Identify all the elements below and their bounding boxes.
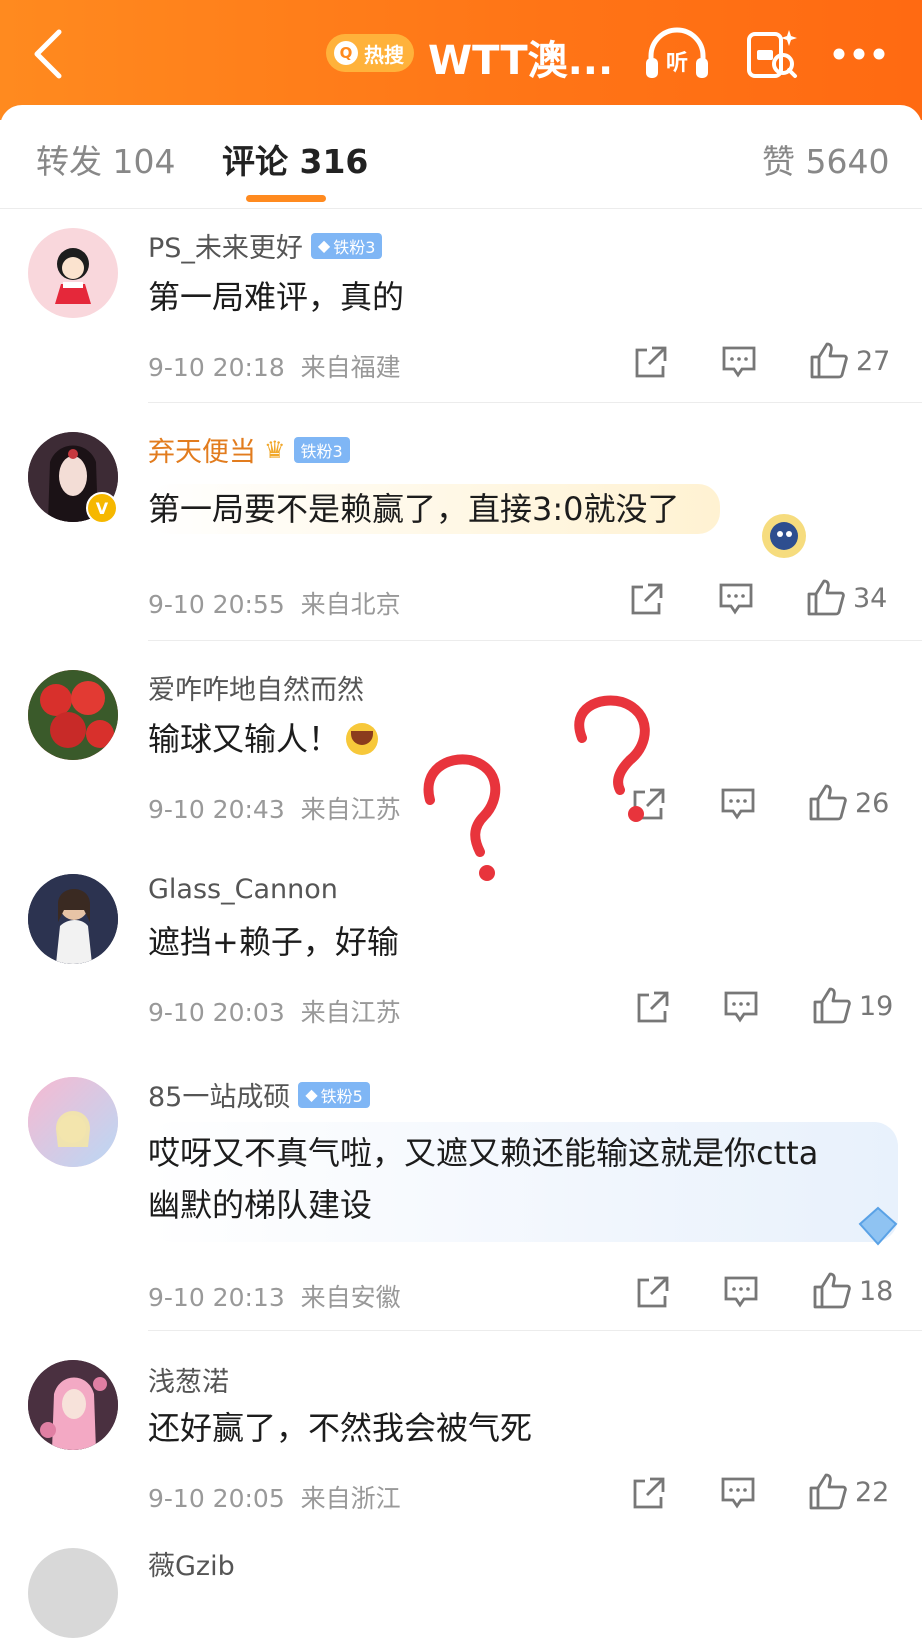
like-count: 19 [859, 990, 894, 1022]
comment-text-line-2: 幽默的梯队建设 [148, 1186, 373, 1224]
diamond-sticker-icon [856, 1206, 900, 1250]
comment-meta: 9-10 20:13 来自安徽 [148, 1278, 401, 1314]
share-icon [637, 1276, 669, 1308]
like-button[interactable]: 22 [809, 1473, 889, 1511]
pastel-portrait-avatar-image [28, 1077, 118, 1167]
username-row: 薇Gzib [148, 1544, 235, 1583]
avatar[interactable] [28, 1360, 118, 1450]
divider [148, 1330, 922, 1331]
username-row: Glass_Cannon [148, 874, 338, 905]
share-button[interactable] [636, 990, 670, 1024]
comment-meta: 9-10 20:03 来自江苏 [148, 993, 401, 1029]
username-row: 85一站成硕 ◆ 铁粉5 [148, 1075, 370, 1114]
comment-icon [724, 1276, 758, 1308]
comment-time: 9-10 20:13 [148, 1283, 285, 1312]
fan-badge-label: 铁粉5 [320, 1086, 363, 1106]
thumbs-up-icon [813, 1272, 851, 1309]
comment-time: 9-10 20:05 [148, 1484, 285, 1513]
comment-location: 来自浙江 [300, 1484, 401, 1513]
username[interactable]: 薇Gzib [148, 1544, 235, 1583]
comment-location: 来自江苏 [300, 998, 401, 1027]
reply-button[interactable] [721, 1477, 755, 1509]
pink-hair-character-avatar-image [28, 1360, 118, 1450]
comment-location: 来自安徽 [300, 1283, 401, 1312]
share-icon [637, 991, 669, 1023]
diamond-icon: ◆ [305, 1085, 318, 1104]
reply-button[interactable] [724, 991, 758, 1023]
thumbs-up-icon [809, 1473, 847, 1510]
comment-text: 还好赢了，不然我会被气死 [148, 1409, 533, 1447]
fan-badge: ◆ 铁粉5 [298, 1081, 370, 1108]
avatar[interactable] [28, 1077, 118, 1167]
person-photo-avatar-image [28, 874, 118, 964]
thumbs-up-icon [813, 987, 851, 1024]
comment-text-line-1: 哎呀又不真气啦，又遮又赖还能输这就是你ctta [148, 1134, 819, 1172]
comment-icon [721, 1477, 755, 1509]
question-marks-overlay [423, 695, 650, 881]
like-count: 18 [859, 1275, 894, 1307]
username[interactable]: Glass_Cannon [148, 874, 338, 905]
question-mark-left-icon [423, 754, 501, 881]
reply-button[interactable] [724, 1276, 758, 1308]
username[interactable]: 85一站成硕 [148, 1075, 290, 1114]
avatar[interactable] [28, 874, 118, 964]
share-icon [633, 1477, 665, 1509]
comment-meta: 9-10 20:05 来自浙江 [148, 1479, 401, 1515]
comment-icon [724, 991, 758, 1023]
like-count: 22 [855, 1476, 890, 1508]
username-row: 浅葱渃 [148, 1360, 229, 1399]
comment-time: 9-10 20:03 [148, 998, 285, 1027]
like-button[interactable]: 19 [813, 987, 893, 1025]
like-button[interactable]: 18 [813, 1272, 893, 1310]
comment-text: 遮挡+赖子，好输 [148, 923, 399, 961]
share-button[interactable] [632, 1476, 666, 1510]
username[interactable]: 浅葱渃 [148, 1360, 229, 1399]
question-mark-right-icon [574, 695, 650, 822]
share-button[interactable] [636, 1275, 670, 1309]
